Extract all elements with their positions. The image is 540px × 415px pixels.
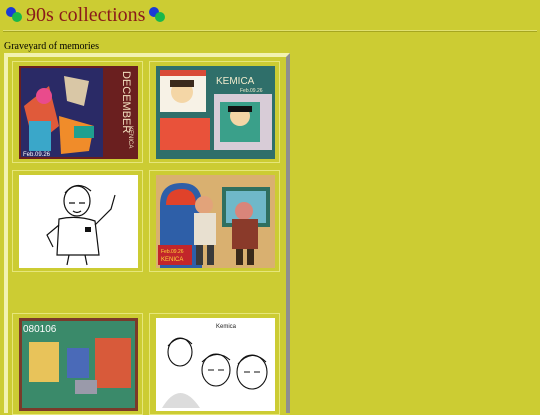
page-title: 90s collections [26,4,146,26]
horizontal-rule [3,30,537,32]
gallery-frame: DECEMBER KENICA Feb.09.26 KEMICA Feb.09.… [4,53,290,415]
bullet-ball-icon [6,7,22,23]
artwork-thumbnail[interactable]: KEMICA Feb.09.26 [156,66,275,159]
artwork-caption-text: KENICA [161,257,183,263]
gallery-item-080106[interactable]: 080106 [12,313,143,415]
gallery-item-portraits[interactable]: Kemica [149,313,280,415]
artwork-thumbnail[interactable]: Kemica [156,318,275,411]
artwork-thumbnail[interactable]: 080106 [19,318,138,411]
artwork-caption-text: DECEMBER [120,71,132,133]
bullet-ball-icon [149,7,166,23]
artwork-date-text: Feb.09.26 [23,152,51,158]
artwork-date-text: Feb.09.26 [240,88,263,94]
page-subtitle: Graveyard of memories [4,41,99,52]
artwork-caption-text: 080106 [23,324,57,335]
gallery-item-december[interactable]: DECEMBER KENICA Feb.09.26 [12,61,143,163]
gallery-item-sketch[interactable] [12,170,143,272]
gallery-item-kemica[interactable]: KEMICA Feb.09.26 [149,61,280,163]
artwork-caption-text: Kemica [216,324,237,330]
artwork-thumbnail[interactable] [19,175,138,268]
gallery-item-duo[interactable]: KENICA Feb.09.26 [149,170,280,272]
artwork-thumbnail[interactable]: DECEMBER KENICA Feb.09.26 [19,66,138,159]
artwork-date-text: Feb.09.26 [161,249,184,255]
artwork-artist-text: KENICA [127,126,133,148]
page-header: 90s collections [6,3,166,27]
artwork-thumbnail[interactable]: KENICA Feb.09.26 [156,175,275,268]
artwork-caption-text: KEMICA [216,76,255,87]
